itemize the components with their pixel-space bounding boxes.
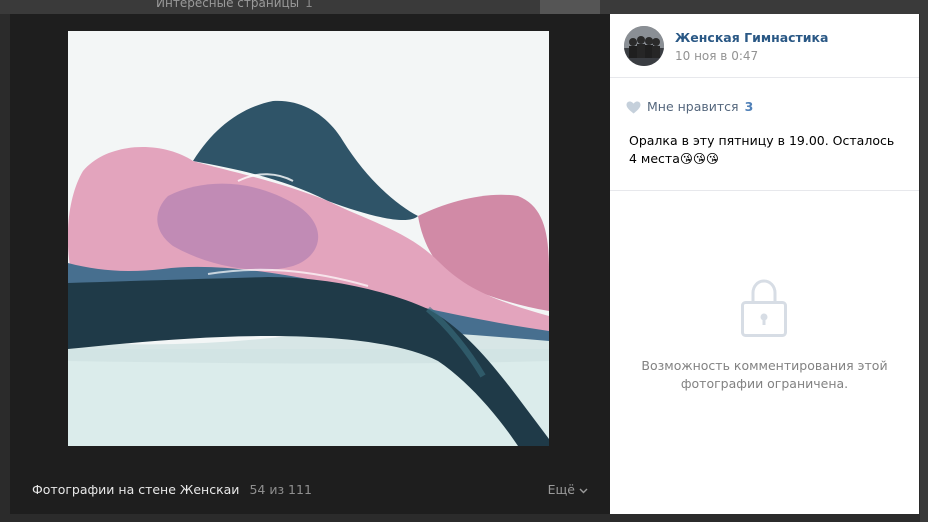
more-label: Ещё bbox=[547, 482, 575, 497]
comments-restricted-text: Возможность комментирования этой фотогра… bbox=[641, 358, 888, 391]
photo-counter: 54 из 111 bbox=[249, 482, 312, 497]
like-button[interactable]: Мне нравится 3 bbox=[626, 99, 753, 114]
more-menu-button[interactable]: Ещё bbox=[548, 482, 588, 497]
post-text: Оралка в эту пятницу в 19.00. Осталось 4… bbox=[629, 133, 895, 166]
post-panel: Женская Гимнастика 10 ноя в 0:47 Мне нра… bbox=[610, 14, 919, 514]
author-avatar[interactable] bbox=[624, 26, 664, 66]
heart-icon bbox=[626, 101, 641, 114]
like-label: Мне нравится bbox=[647, 99, 739, 114]
photo-image[interactable] bbox=[68, 31, 549, 446]
like-count: 3 bbox=[744, 99, 754, 114]
divider bbox=[610, 77, 919, 78]
album-title[interactable]: Фотографии на стене Женскаи bbox=[32, 482, 239, 497]
chevron-down-icon bbox=[579, 488, 588, 493]
lock-icon bbox=[741, 279, 787, 337]
post-date[interactable]: 10 ноя в 0:47 bbox=[675, 49, 758, 63]
photo-viewer: Фотографии на стене Женскаи 54 из 111 Ещё bbox=[10, 14, 610, 514]
album-caption[interactable]: Фотографии на стене Женскаи 54 из 111 bbox=[32, 482, 312, 497]
background-page-strip: Интересные страницы 1 bbox=[0, 0, 928, 14]
background-menu-item: Интересные страницы 1 bbox=[156, 0, 313, 10]
author-name-link[interactable]: Женская Гимнастика bbox=[675, 30, 828, 45]
background-thumbnails bbox=[540, 0, 600, 14]
divider bbox=[610, 190, 919, 191]
background-page-edge bbox=[920, 14, 928, 522]
